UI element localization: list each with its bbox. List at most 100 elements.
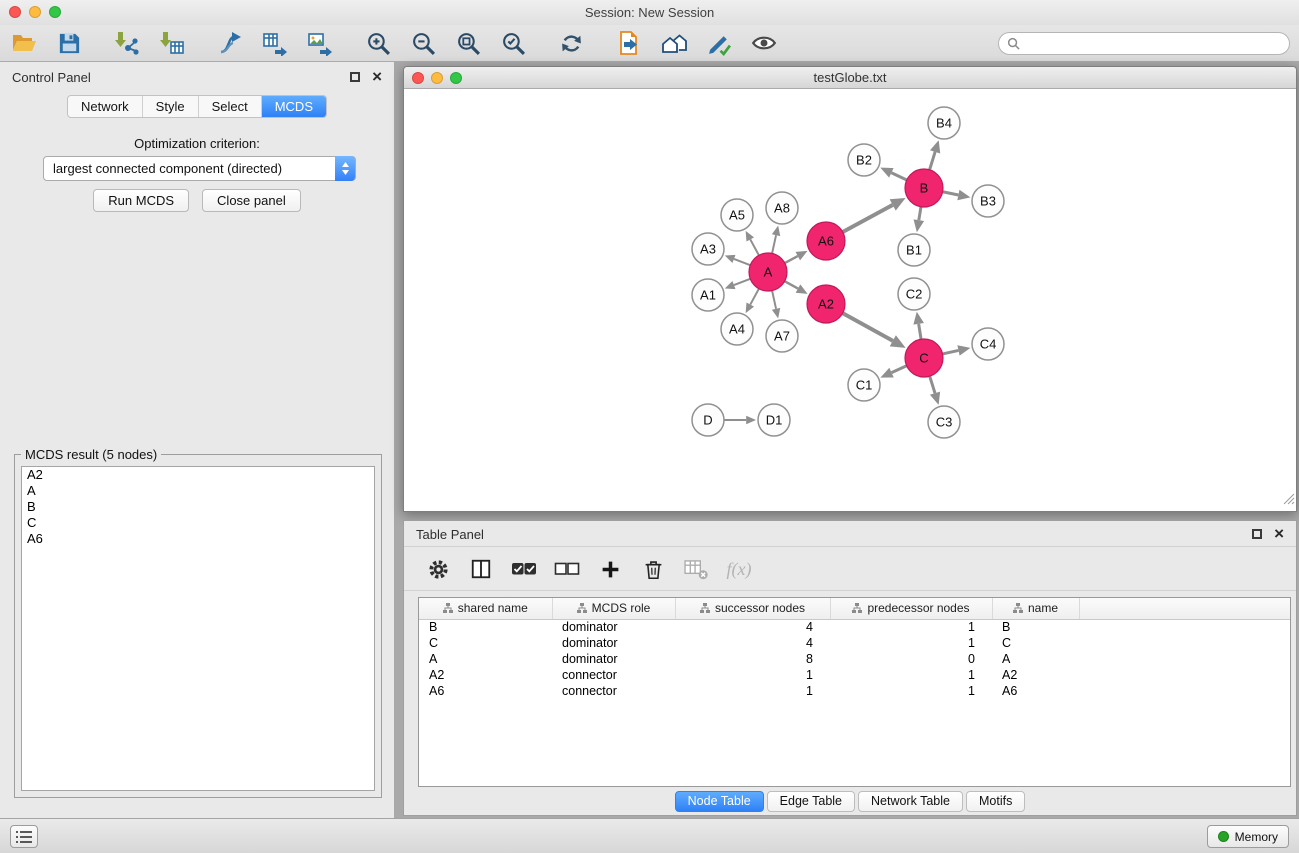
table-row[interactable]: A6connector11A6 xyxy=(419,683,1290,699)
mcds-result-item[interactable]: C xyxy=(22,515,374,531)
table-cell[interactable]: 1 xyxy=(830,683,992,699)
network-edge[interactable] xyxy=(943,192,959,195)
network-canvas[interactable]: B4B2BB3A5A8A6B1A3AA2C2A1A4A7C4CC1C3DD1 xyxy=(404,89,1296,511)
table-cell[interactable]: 1 xyxy=(830,635,992,651)
column-header-mcds-role[interactable]: MCDS role xyxy=(552,598,675,619)
column-header-predecessor-nodes[interactable]: predecessor nodes xyxy=(830,598,992,619)
zoom-selected-button[interactable] xyxy=(497,28,529,58)
table-cell[interactable]: 8 xyxy=(675,651,830,667)
network-edge[interactable] xyxy=(785,256,798,263)
zoom-network-window-button[interactable] xyxy=(450,72,462,84)
table-cell[interactable]: A6 xyxy=(992,683,1079,699)
network-edge[interactable] xyxy=(772,235,776,253)
mcds-result-item[interactable]: A6 xyxy=(22,531,374,547)
network-edge[interactable] xyxy=(750,289,759,305)
network-edge[interactable] xyxy=(843,205,893,232)
delete-columns-button[interactable] xyxy=(639,555,667,583)
network-edge[interactable] xyxy=(919,207,921,220)
tab-motifs[interactable]: Motifs xyxy=(966,791,1025,812)
table-settings-button[interactable] xyxy=(424,555,452,583)
table-cell[interactable]: dominator xyxy=(552,619,675,635)
network-edge[interactable] xyxy=(734,279,750,285)
close-table-panel-icon[interactable]: × xyxy=(1274,523,1284,545)
new-column-button[interactable] xyxy=(596,555,624,583)
table-cell[interactable]: B xyxy=(419,619,552,635)
table-cell[interactable]: dominator xyxy=(552,651,675,667)
table-row[interactable]: Bdominator41B xyxy=(419,619,1290,635)
network-edge[interactable] xyxy=(919,324,921,339)
network-edge[interactable] xyxy=(943,350,959,353)
zoom-out-button[interactable] xyxy=(407,28,439,58)
table-cell[interactable]: A2 xyxy=(992,667,1079,683)
column-header-name[interactable]: name xyxy=(992,598,1079,619)
network-edge[interactable] xyxy=(930,376,935,393)
close-panel-button[interactable]: Close panel xyxy=(202,189,301,212)
delete-table-button[interactable] xyxy=(682,555,710,583)
network-edge[interactable] xyxy=(930,152,936,170)
close-network-window-button[interactable] xyxy=(412,72,424,84)
memory-button[interactable]: Memory xyxy=(1207,825,1289,848)
table-cell[interactable]: connector xyxy=(552,667,675,683)
deselect-all-button[interactable] xyxy=(553,555,581,583)
search-input[interactable] xyxy=(1025,34,1289,53)
task-history-button[interactable] xyxy=(10,825,38,848)
table-cell[interactable]: connector xyxy=(552,683,675,699)
optimization-criterion-dropdown[interactable]: largest connected component (directed) xyxy=(43,156,356,181)
float-panel-button[interactable] xyxy=(350,72,360,82)
export-image-button[interactable] xyxy=(304,28,336,58)
tab-style[interactable]: Style xyxy=(143,96,199,117)
save-session-button[interactable] xyxy=(53,28,85,58)
show-columns-button[interactable] xyxy=(467,555,495,583)
table-cell[interactable]: A xyxy=(419,651,552,667)
table-row[interactable]: Adominator80A xyxy=(419,651,1290,667)
open-session-button[interactable] xyxy=(8,28,40,58)
network-edge[interactable] xyxy=(750,239,759,255)
select-all-button[interactable] xyxy=(510,555,538,583)
float-table-panel-button[interactable] xyxy=(1252,529,1262,539)
table-cell[interactable]: 4 xyxy=(675,635,830,651)
network-edge[interactable] xyxy=(843,313,893,341)
tab-select[interactable]: Select xyxy=(199,96,262,117)
network-edge[interactable] xyxy=(785,281,798,288)
table-cell[interactable]: 4 xyxy=(675,619,830,635)
mcds-result-item[interactable]: A2 xyxy=(22,467,374,483)
tab-network[interactable]: Network xyxy=(68,96,143,117)
table-cell[interactable]: A xyxy=(992,651,1079,667)
network-edge[interactable] xyxy=(891,173,906,180)
network-edge[interactable] xyxy=(772,291,776,309)
table-cell[interactable]: 0 xyxy=(830,651,992,667)
table-cell[interactable]: 1 xyxy=(675,683,830,699)
table-cell[interactable]: 1 xyxy=(830,619,992,635)
mcds-result-list[interactable]: A2ABCA6 xyxy=(21,466,375,791)
network-edge[interactable] xyxy=(892,366,907,373)
export-network-button[interactable] xyxy=(214,28,246,58)
column-header-shared-name[interactable]: shared name xyxy=(419,598,552,619)
network-overview-button[interactable] xyxy=(613,28,645,58)
apply-style-button[interactable] xyxy=(703,28,735,58)
minimize-network-window-button[interactable] xyxy=(431,72,443,84)
column-header-successor-nodes[interactable]: successor nodes xyxy=(675,598,830,619)
tab-edge-table[interactable]: Edge Table xyxy=(767,791,855,812)
network-edge[interactable] xyxy=(734,259,750,265)
table-cell[interactable]: B xyxy=(992,619,1079,635)
run-mcds-button[interactable]: Run MCDS xyxy=(93,189,189,212)
table-row[interactable]: A2connector11A2 xyxy=(419,667,1290,683)
close-panel-icon[interactable]: × xyxy=(372,66,382,88)
refresh-layout-button[interactable] xyxy=(555,28,587,58)
show-hide-button[interactable] xyxy=(748,28,780,58)
tab-node-table[interactable]: Node Table xyxy=(675,791,764,812)
import-table-button[interactable] xyxy=(156,28,188,58)
function-builder-button[interactable]: f(x) xyxy=(725,555,753,583)
table-cell[interactable]: A6 xyxy=(419,683,552,699)
import-network-button[interactable] xyxy=(111,28,143,58)
home-button[interactable] xyxy=(658,28,690,58)
mcds-result-item[interactable]: B xyxy=(22,499,374,515)
tab-mcds[interactable]: MCDS xyxy=(262,96,326,117)
table-cell[interactable]: 1 xyxy=(830,667,992,683)
table-cell[interactable]: 1 xyxy=(675,667,830,683)
table-cell[interactable]: C xyxy=(419,635,552,651)
table-cell[interactable]: C xyxy=(992,635,1079,651)
resize-grip[interactable] xyxy=(1282,492,1295,510)
zoom-in-button[interactable] xyxy=(362,28,394,58)
zoom-fit-button[interactable] xyxy=(452,28,484,58)
